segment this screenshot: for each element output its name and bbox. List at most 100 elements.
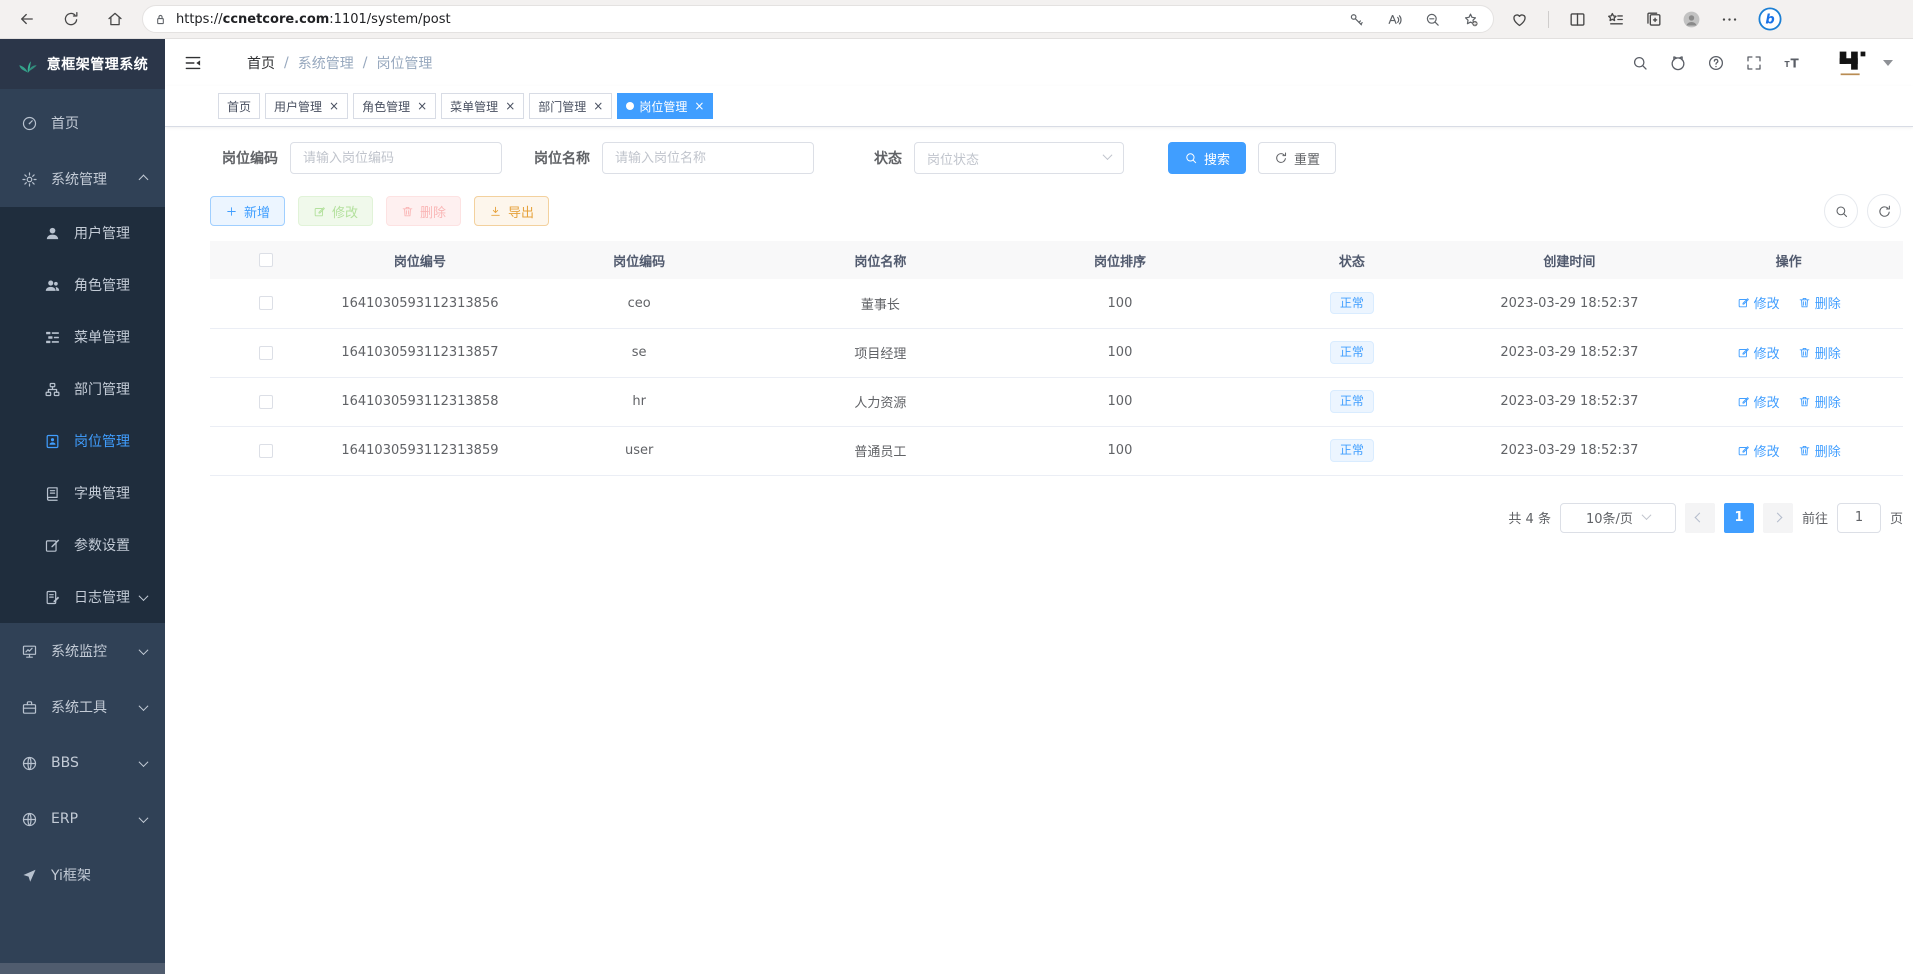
breadcrumb-item[interactable]: 首页 bbox=[247, 53, 275, 73]
row-checkbox[interactable] bbox=[259, 296, 273, 310]
user-avatar[interactable] bbox=[1833, 44, 1893, 82]
column-header: 创建时间 bbox=[1464, 241, 1674, 279]
sidebar-item-gear[interactable]: 系统管理 bbox=[0, 151, 165, 207]
delete-link[interactable]: 删除 bbox=[1798, 293, 1841, 312]
tab-label: 用户管理 bbox=[274, 98, 322, 115]
tab[interactable]: 首页 bbox=[218, 93, 260, 119]
delete-link[interactable]: 删除 bbox=[1798, 343, 1841, 362]
delete-link[interactable]: 删除 bbox=[1798, 441, 1841, 460]
favorites-bar-icon[interactable] bbox=[1606, 10, 1625, 29]
url-text[interactable]: https://ccnetcore.com:1101/system/post bbox=[176, 12, 1348, 27]
profile-icon[interactable] bbox=[1682, 10, 1701, 29]
post-code-input[interactable] bbox=[290, 142, 502, 174]
export-button[interactable]: 导出 bbox=[474, 196, 549, 226]
table-row: 1641030593112313858 hr 人力资源 100 正常 2023-… bbox=[210, 377, 1903, 426]
sidebar-item-edit-square[interactable]: 参数设置 bbox=[0, 519, 165, 571]
sidebar-item-monitor[interactable]: 系统监控 bbox=[0, 623, 165, 679]
github-icon[interactable] bbox=[1669, 54, 1687, 72]
table-refresh-tool-button[interactable] bbox=[1867, 194, 1901, 228]
reset-button[interactable]: 重置 bbox=[1258, 142, 1336, 174]
tab-close-icon[interactable]: × bbox=[417, 100, 427, 112]
more-icon[interactable] bbox=[1720, 10, 1739, 29]
zoom-out-icon[interactable] bbox=[1424, 11, 1441, 28]
key-icon[interactable] bbox=[1348, 11, 1365, 28]
tab-label: 首页 bbox=[227, 98, 251, 115]
sidebar-item-menu-tree[interactable]: 菜单管理 bbox=[0, 311, 165, 363]
edit-link[interactable]: 修改 bbox=[1737, 343, 1780, 362]
modify-button[interactable]: 修改 bbox=[298, 196, 373, 226]
pager-page-1[interactable]: 1 bbox=[1724, 503, 1754, 533]
question-icon[interactable] bbox=[1707, 54, 1725, 72]
sidebar-item-globe[interactable]: BBS bbox=[0, 735, 165, 791]
app-logo[interactable]: 意框架管理系统 bbox=[0, 39, 165, 89]
table-search-tool-button[interactable] bbox=[1824, 194, 1858, 228]
delete-button[interactable]: 删除 bbox=[386, 196, 461, 226]
row-checkbox[interactable] bbox=[259, 346, 273, 360]
sidebar-item-badge[interactable]: 岗位管理 bbox=[0, 415, 165, 467]
sidebar-item-user[interactable]: 用户管理 bbox=[0, 207, 165, 259]
trash-icon bbox=[1798, 395, 1811, 408]
tab-close-icon[interactable]: × bbox=[505, 100, 515, 112]
fullscreen-icon[interactable] bbox=[1745, 54, 1763, 72]
browser-home-button[interactable] bbox=[100, 4, 130, 34]
font-size-icon[interactable]: TT bbox=[1783, 54, 1801, 72]
tab-close-icon[interactable]: × bbox=[329, 100, 339, 112]
sidebar-item-dashboard[interactable]: 首页 bbox=[0, 95, 165, 151]
tab[interactable]: 菜单管理 × bbox=[441, 93, 524, 119]
cell-post-code: ceo bbox=[518, 279, 760, 328]
split-screen-icon[interactable] bbox=[1568, 10, 1587, 29]
gear-icon bbox=[21, 171, 38, 188]
sidebar-item-org[interactable]: 部门管理 bbox=[0, 363, 165, 415]
select-all-checkbox[interactable] bbox=[259, 253, 273, 267]
tab-close-icon[interactable]: × bbox=[593, 100, 603, 112]
sidebar-item-send[interactable]: Yi框架 bbox=[0, 847, 165, 903]
sidebar-item-users[interactable]: 角色管理 bbox=[0, 259, 165, 311]
browser-essentials-icon[interactable] bbox=[1510, 10, 1529, 29]
edit-link[interactable]: 修改 bbox=[1737, 441, 1780, 460]
sidebar-item-log[interactable]: 日志管理 bbox=[0, 571, 165, 623]
edit-link[interactable]: 修改 bbox=[1737, 293, 1780, 312]
tab[interactable]: 角色管理 × bbox=[353, 93, 436, 119]
delete-link[interactable]: 删除 bbox=[1798, 392, 1841, 411]
sidebar-item-label: 日志管理 bbox=[74, 587, 130, 607]
favorite-add-icon[interactable] bbox=[1462, 11, 1479, 28]
avatar-caret-down-icon bbox=[1883, 60, 1893, 66]
sidebar-scrollbar[interactable] bbox=[0, 963, 165, 974]
bing-icon[interactable]: b bbox=[1758, 7, 1782, 31]
pagination-goto-label: 前往 bbox=[1802, 508, 1828, 527]
browser-toolbar: https://ccnetcore.com:1101/system/post b bbox=[0, 0, 1913, 39]
goto-page-input[interactable] bbox=[1837, 503, 1881, 533]
sidebar-item-label: 部门管理 bbox=[74, 379, 130, 399]
edit-link[interactable]: 修改 bbox=[1737, 392, 1780, 411]
filter-label: 状态 bbox=[834, 148, 902, 168]
browser-refresh-button[interactable] bbox=[56, 4, 86, 34]
row-checkbox[interactable] bbox=[259, 395, 273, 409]
post-name-input[interactable] bbox=[602, 142, 814, 174]
tab-label: 菜单管理 bbox=[450, 98, 498, 115]
page-size-select[interactable]: 10条/页 bbox=[1560, 503, 1676, 533]
status-select[interactable]: 岗位状态 bbox=[914, 142, 1124, 174]
sidebar-item-book[interactable]: 字典管理 bbox=[0, 467, 165, 519]
address-bar[interactable]: https://ccnetcore.com:1101/system/post bbox=[142, 5, 1494, 33]
tab[interactable]: 部门管理 × bbox=[529, 93, 612, 119]
search-button[interactable]: 搜索 bbox=[1168, 142, 1246, 174]
screen: https://ccnetcore.com:1101/system/post b… bbox=[0, 0, 1913, 974]
row-checkbox[interactable] bbox=[259, 444, 273, 458]
tab[interactable]: 岗位管理 × bbox=[617, 93, 713, 119]
search-icon[interactable] bbox=[1631, 54, 1649, 72]
chevron-down-icon bbox=[140, 589, 147, 605]
browser-back-button[interactable] bbox=[12, 4, 42, 34]
tab[interactable]: 用户管理 × bbox=[265, 93, 348, 119]
sidebar-item-briefcase[interactable]: 系统工具 bbox=[0, 679, 165, 735]
leaf-logo-icon bbox=[17, 53, 39, 75]
sidebar-fold-icon[interactable] bbox=[183, 53, 203, 73]
edit-icon bbox=[313, 205, 326, 218]
pager-next-button[interactable] bbox=[1763, 503, 1793, 533]
add-button[interactable]: 新增 bbox=[210, 196, 285, 226]
pagination: 共 4 条 10条/页 1 前往 页 bbox=[210, 503, 1903, 533]
sidebar-item-globe[interactable]: ERP bbox=[0, 791, 165, 847]
collections-icon[interactable] bbox=[1644, 10, 1663, 29]
read-aloud-icon[interactable] bbox=[1386, 11, 1403, 28]
pager-prev-button[interactable] bbox=[1685, 503, 1715, 533]
tab-close-icon[interactable]: × bbox=[694, 100, 704, 112]
